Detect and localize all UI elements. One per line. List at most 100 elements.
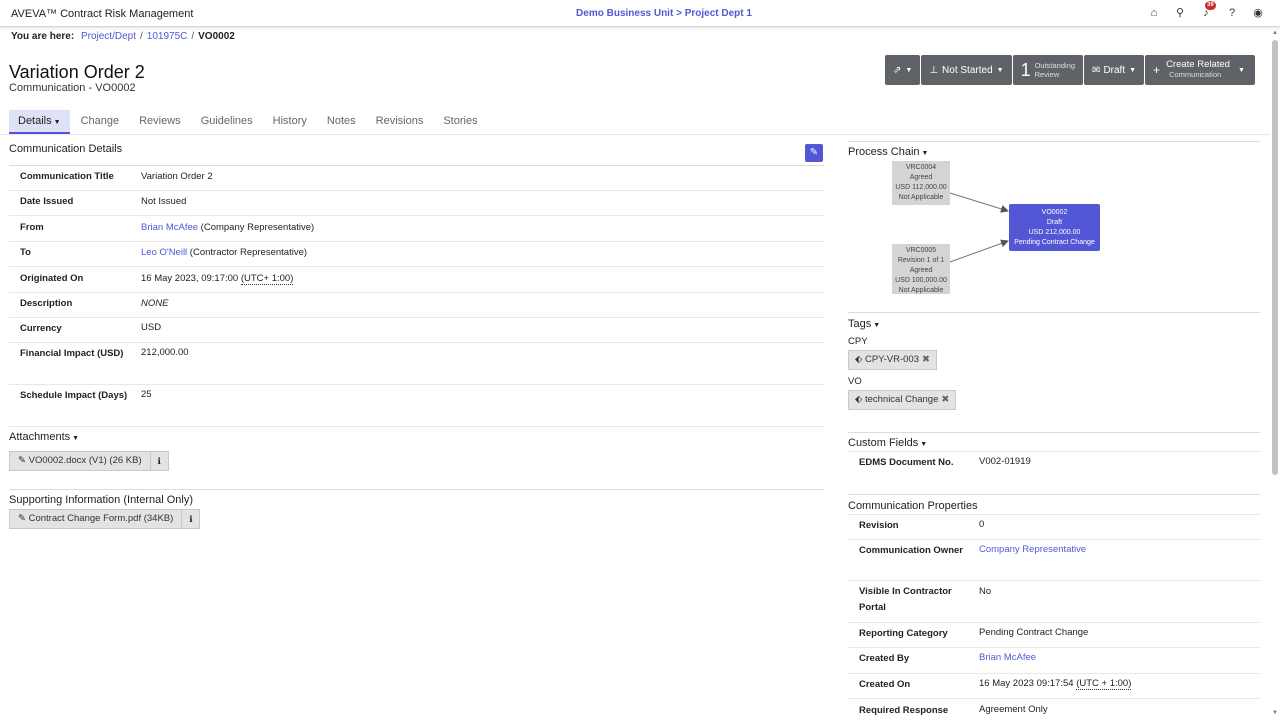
detail-value: 212,000.00 xyxy=(141,347,189,358)
breadcrumb-current: VO0002 xyxy=(198,31,235,42)
top-navbar: AVEVA™ Contract Risk Management Demo Bus… xyxy=(0,0,1280,27)
breadcrumb-project[interactable]: Project/Dept xyxy=(81,31,136,42)
tab-divider xyxy=(0,134,1270,135)
supporting-file: ✎ Contract Change Form.pdf (34KB) ℹ xyxy=(9,509,201,529)
tab-stories[interactable]: Stories xyxy=(434,110,486,134)
external-link-button[interactable]: ⇗ ▼ xyxy=(885,55,921,85)
tag-icon: ⬖ xyxy=(855,354,863,365)
tab-details[interactable]: Details ▼ xyxy=(9,110,70,134)
attachments-title[interactable]: Attachments ▼ xyxy=(9,431,79,443)
detail-row-from: From Brian McAfee (Company Representativ… xyxy=(9,216,824,242)
create-related-button[interactable]: + Create Related Communication ▼ xyxy=(1145,55,1255,85)
home-icon[interactable]: ⌂ xyxy=(1148,7,1160,19)
prop-value: Agreement Only xyxy=(979,704,1048,715)
process-node-vrc0004[interactable]: VRC0004 Agreed USD 112,000.00 Not Applic… xyxy=(892,161,950,205)
page-title: Variation Order 2 xyxy=(9,62,145,82)
outstanding-review-button[interactable]: 1 Outstanding Review xyxy=(1012,55,1084,85)
tab-guidelines[interactable]: Guidelines xyxy=(192,110,262,134)
edit-button[interactable]: ✎ xyxy=(805,144,823,162)
tag-chip: ⬖ CPY-VR-003 ✖ xyxy=(848,350,937,370)
tab-notes[interactable]: Notes xyxy=(318,110,365,134)
draft-button[interactable]: ✉ Draft ▼ xyxy=(1084,55,1145,85)
plus-icon: + xyxy=(1153,63,1161,77)
breadcrumb-label: You are here: xyxy=(11,31,75,42)
prop-label: Created On xyxy=(859,679,911,690)
to-user-link[interactable]: Leo O'Neill xyxy=(141,247,187,258)
detail-value: 16 May 2023, 09:17:00 (UTC+ 1:00) xyxy=(141,271,294,287)
prop-label: Reporting Category xyxy=(859,628,948,639)
prop-value: Company Representative xyxy=(979,542,1086,558)
attachment-download[interactable]: ✎ VO0002.docx (V1) (26 KB) xyxy=(9,451,151,471)
tab-change[interactable]: Change xyxy=(72,110,129,134)
tags-divider xyxy=(848,312,1260,313)
detail-row-description: Description NONE xyxy=(9,293,824,318)
page-scrollbar[interactable] xyxy=(1272,40,1278,475)
supporting-download[interactable]: ✎ Contract Change Form.pdf (34KB) xyxy=(9,509,183,529)
create-related-line-1: Create Related xyxy=(1166,59,1230,70)
search-icon[interactable]: ⚲ xyxy=(1174,6,1186,19)
action-bar: ⇗ ▼ ⊥ Not Started ▼ 1 Outstanding Review ✉ Dra… xyxy=(885,55,1255,85)
help-icon[interactable]: ? xyxy=(1226,7,1238,19)
tags-title[interactable]: Tags ▼ xyxy=(848,318,880,330)
tab-history[interactable]: History xyxy=(264,110,316,134)
attachment-file: ✎ VO0002.docx (V1) (26 KB) ℹ xyxy=(9,451,169,471)
tag-chip: ⬖ technical Change ✖ xyxy=(848,390,957,410)
breadcrumb-contract[interactable]: 101975C xyxy=(147,31,188,42)
attachment-info-button[interactable]: ℹ xyxy=(150,451,169,471)
bell-icon[interactable]: ♪ 39 xyxy=(1200,0,1216,19)
create-related-label: Create Related Communication xyxy=(1166,60,1230,80)
caret-down-icon: ▼ xyxy=(921,150,929,157)
originated-date: 16 May 2023, 09:17:00 xyxy=(141,273,241,284)
custom-fields-title[interactable]: Custom Fields ▼ xyxy=(848,437,927,449)
detail-value: USD xyxy=(141,322,162,333)
prop-label: Created By xyxy=(859,653,910,664)
caret-down-icon: ▼ xyxy=(996,66,1004,74)
owner-link[interactable]: Company Representative xyxy=(979,544,1086,555)
tab-revisions[interactable]: Revisions xyxy=(367,110,433,134)
detail-value: NONE xyxy=(141,298,169,309)
timezone-abbr: (UTC+ 1:00) xyxy=(240,273,294,285)
tab-reviews[interactable]: Reviews xyxy=(130,110,190,134)
details-section-title: Communication Details xyxy=(9,143,123,155)
detail-label: Communication Title xyxy=(20,171,114,182)
process-node-vo0002[interactable]: VO0002 Draft USD 212,000.00 Pending Cont… xyxy=(1009,204,1100,251)
caret-down-icon: ▼ xyxy=(920,441,928,448)
outstanding-line-2: Review xyxy=(1034,70,1060,79)
pencil-icon: ✎ xyxy=(809,147,819,158)
from-user-link[interactable]: Brian McAfee xyxy=(141,222,198,233)
tag-icon: ⬖ xyxy=(855,394,863,405)
custom-field-row: EDMS Document No. V002-01919 xyxy=(848,452,1260,476)
remove-tag-icon[interactable]: ✖ xyxy=(922,354,930,365)
remove-tag-icon[interactable]: ✖ xyxy=(941,394,949,405)
prop-row-required-response: Required Response Agreement Only xyxy=(848,699,1260,720)
attachments-divider xyxy=(9,489,824,490)
prop-label: Visible In Contractor Portal xyxy=(859,586,952,613)
user-icon[interactable]: ◉ xyxy=(1252,6,1264,19)
breadcrumb: You are here: Project/Dept/101975C / VO000… xyxy=(11,31,235,42)
caret-down-icon: ▼ xyxy=(53,119,61,126)
prop-label: Revision xyxy=(859,520,899,531)
detail-label: Originated On xyxy=(20,273,84,284)
project-link[interactable]: Project Dept 1 xyxy=(685,8,752,19)
business-unit-link[interactable]: Demo Business Unit xyxy=(576,8,673,19)
detail-label: From xyxy=(20,222,44,233)
page-subtitle: Communication - VO0002 xyxy=(9,82,136,94)
create-related-line-2: Communication xyxy=(1169,70,1222,79)
status-button[interactable]: ⊥ Not Started ▼ xyxy=(921,55,1012,85)
outstanding-label: Outstanding Review xyxy=(1035,61,1075,79)
detail-row-title: Communication Title Variation Order 2 xyxy=(9,166,824,191)
detail-label: Schedule Impact (Days) xyxy=(20,390,128,401)
prop-row-owner: Communication Owner Company Representati… xyxy=(848,540,1260,581)
breadcrumb-sep: / xyxy=(191,31,195,42)
supporting-info-button[interactable]: ℹ xyxy=(182,509,201,529)
tag-group-name: CPY xyxy=(848,336,868,347)
process-chain-title[interactable]: Process Chain ▼ xyxy=(848,146,928,158)
node-id: VRC0005 xyxy=(905,247,937,254)
prop-row-created-on: Created On 16 May 2023 09:17:54 (UTC + 1… xyxy=(848,674,1260,699)
detail-label: Financial Impact (USD) xyxy=(20,348,124,359)
scroll-up-icon[interactable]: ▲ xyxy=(1272,30,1278,36)
tag-group-name: VO xyxy=(848,376,862,387)
scroll-down-icon[interactable]: ▼ xyxy=(1272,710,1278,716)
process-node-vrc0005[interactable]: VRC0005 Revision 1 of 1 Agreed USD 100,0… xyxy=(892,244,950,294)
created-by-link[interactable]: Brian McAfee xyxy=(979,652,1036,663)
